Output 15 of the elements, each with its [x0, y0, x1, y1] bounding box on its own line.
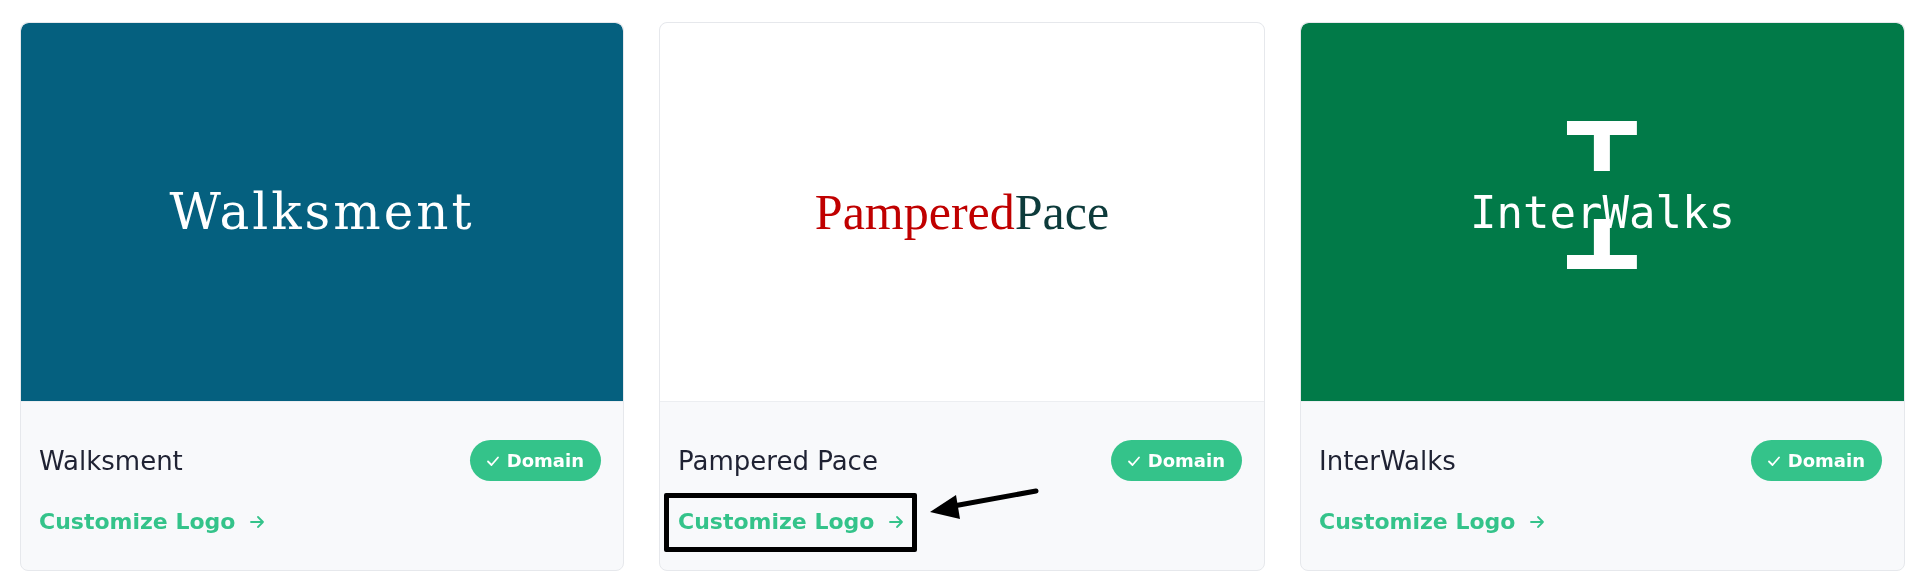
- arrow-right-icon: [888, 513, 905, 530]
- logo-wordmark: PamperedPace: [814, 183, 1110, 241]
- logo-wordmark: Walksment: [169, 183, 475, 241]
- customize-logo-link[interactable]: Customize Logo: [39, 509, 266, 534]
- logo-name: Pampered Pace: [678, 445, 878, 476]
- domain-badge: Domain: [469, 440, 601, 481]
- arrow-right-icon: [1529, 513, 1546, 530]
- domain-badge: Domain: [1110, 440, 1242, 481]
- customize-logo-link[interactable]: Customize Logo: [1319, 509, 1546, 534]
- logo-name: Walksment: [39, 445, 183, 476]
- logo-wordmark: InterWalks: [1470, 186, 1735, 238]
- arrow-right-icon: [249, 513, 266, 530]
- customize-logo-link[interactable]: Customize Logo: [678, 509, 905, 534]
- logo-name: InterWalks: [1319, 445, 1456, 476]
- domain-badge: Domain: [1750, 440, 1882, 481]
